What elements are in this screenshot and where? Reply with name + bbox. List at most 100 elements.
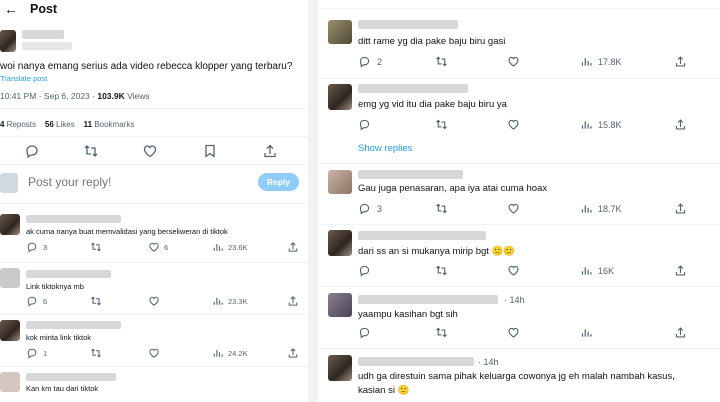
bookmarks-count: 11 xyxy=(83,120,93,129)
repost-icon[interactable] xyxy=(435,55,448,68)
author-name-redacted xyxy=(22,30,64,39)
like-icon[interactable] xyxy=(507,264,520,277)
reply-author-redacted xyxy=(358,170,463,179)
bookmarks-label: Bookmarks xyxy=(92,120,135,129)
divider xyxy=(318,286,720,287)
views-count: 16K xyxy=(598,266,615,276)
reply-avatar[interactable] xyxy=(328,230,352,256)
reply-avatar[interactable] xyxy=(328,170,352,194)
views-count: 103.9K xyxy=(97,91,125,101)
replies-panel: ditt rame yg dia pake baju biru gasi 2 1… xyxy=(318,0,720,402)
views-icon[interactable] xyxy=(580,202,593,215)
like-icon[interactable] xyxy=(507,55,520,68)
like-icon[interactable] xyxy=(148,295,160,307)
share-icon[interactable] xyxy=(674,326,687,339)
divider xyxy=(0,136,308,137)
reply-icon[interactable] xyxy=(24,143,40,159)
translate-post-link[interactable]: Translate post xyxy=(0,74,47,83)
bookmark-icon[interactable] xyxy=(202,143,218,159)
reply-avatar[interactable] xyxy=(0,214,20,235)
share-icon[interactable] xyxy=(674,202,687,215)
share-icon[interactable] xyxy=(674,55,687,68)
views-icon[interactable] xyxy=(212,241,224,253)
views-icon[interactable] xyxy=(212,295,224,307)
reply-author-redacted xyxy=(358,20,458,29)
back-arrow-icon[interactable]: ← xyxy=(4,1,18,17)
reply-text: dari ss an si mukanya mirip bgt 🙂🙂 xyxy=(358,246,516,257)
views-count: 23.6K xyxy=(228,243,248,252)
reply-icon[interactable] xyxy=(26,347,38,359)
show-replies-link[interactable]: Show replies xyxy=(358,143,412,154)
share-icon[interactable] xyxy=(674,118,687,131)
divider xyxy=(0,203,308,204)
likes-stat[interactable]: 56 Likes xyxy=(45,120,75,129)
author-avatar[interactable] xyxy=(0,30,16,52)
reply-input[interactable] xyxy=(28,172,238,192)
views-icon[interactable] xyxy=(580,118,593,131)
bookmarks-stat[interactable]: 11 Bookmarks xyxy=(84,120,135,129)
reply-icon[interactable] xyxy=(26,241,38,253)
reply-text: ditt rame yg dia pake baju biru gasi xyxy=(358,36,506,47)
repost-icon[interactable] xyxy=(435,326,448,339)
reply-avatar[interactable] xyxy=(0,268,20,288)
like-icon[interactable] xyxy=(142,143,158,159)
reply-text: yaampu kasihan bgt sih xyxy=(358,309,458,320)
reply-icon[interactable] xyxy=(358,326,371,339)
reply-count: 3 xyxy=(377,204,383,214)
share-icon[interactable] xyxy=(674,264,687,277)
share-icon[interactable] xyxy=(287,241,299,253)
divider xyxy=(0,262,308,263)
reply-count: 6 xyxy=(43,297,48,306)
repost-icon[interactable] xyxy=(90,347,102,359)
reply-icon[interactable] xyxy=(358,118,371,131)
reply-avatar[interactable] xyxy=(328,84,352,110)
divider xyxy=(318,78,720,79)
likes-count: 56 xyxy=(44,120,54,129)
reply-text: ak cuma nanya buat memvalidasi yang bers… xyxy=(26,227,228,236)
reply-icon[interactable] xyxy=(358,202,371,215)
user-avatar xyxy=(0,173,18,193)
reply-text: Gau juga penasaran, apa iya atai cuma ho… xyxy=(358,183,548,194)
like-icon[interactable] xyxy=(148,241,160,253)
reply-button[interactable]: Reply xyxy=(258,173,299,191)
like-icon[interactable] xyxy=(507,202,520,215)
views-icon[interactable] xyxy=(212,347,224,359)
page-title: Post xyxy=(30,2,58,16)
share-icon[interactable] xyxy=(262,143,278,159)
share-icon[interactable] xyxy=(287,295,299,307)
reply-author-redacted xyxy=(26,215,121,223)
like-icon[interactable] xyxy=(507,326,520,339)
views-icon[interactable] xyxy=(580,326,593,339)
reply-avatar[interactable] xyxy=(328,293,352,317)
reply-time: · 14h xyxy=(478,357,499,367)
reply-icon[interactable] xyxy=(358,264,371,277)
divider xyxy=(0,314,308,315)
views-icon[interactable] xyxy=(580,264,593,277)
repost-icon[interactable] xyxy=(435,202,448,215)
divider xyxy=(0,164,308,165)
views-count: 24.2K xyxy=(228,349,248,358)
reply-text-line: kasian si 🙂 xyxy=(358,385,410,396)
divider xyxy=(318,8,720,9)
post-timestamp: 10:41 PM · Sep 6, 2023 · 103.9K Views xyxy=(0,91,150,101)
divider xyxy=(318,224,720,225)
share-icon[interactable] xyxy=(287,347,299,359)
reply-author-redacted xyxy=(26,270,111,278)
repost-icon[interactable] xyxy=(435,118,448,131)
reply-icon[interactable] xyxy=(358,55,371,68)
reply-avatar[interactable] xyxy=(328,20,352,44)
reply-icon[interactable] xyxy=(26,295,38,307)
views-count: 15.8K xyxy=(598,120,622,130)
repost-icon[interactable] xyxy=(83,143,99,159)
repost-icon[interactable] xyxy=(90,295,102,307)
repost-icon[interactable] xyxy=(435,264,448,277)
reply-avatar[interactable] xyxy=(0,320,20,341)
post-time: 10:41 PM · Sep 6, 2023 · xyxy=(0,91,98,101)
views-icon[interactable] xyxy=(580,55,593,68)
like-icon[interactable] xyxy=(148,347,160,359)
like-icon[interactable] xyxy=(507,118,520,131)
reply-avatar[interactable] xyxy=(328,355,352,381)
repost-icon[interactable] xyxy=(90,241,102,253)
reposts-stat[interactable]: 4 Reposts xyxy=(0,120,36,129)
reply-avatar[interactable] xyxy=(0,372,20,392)
